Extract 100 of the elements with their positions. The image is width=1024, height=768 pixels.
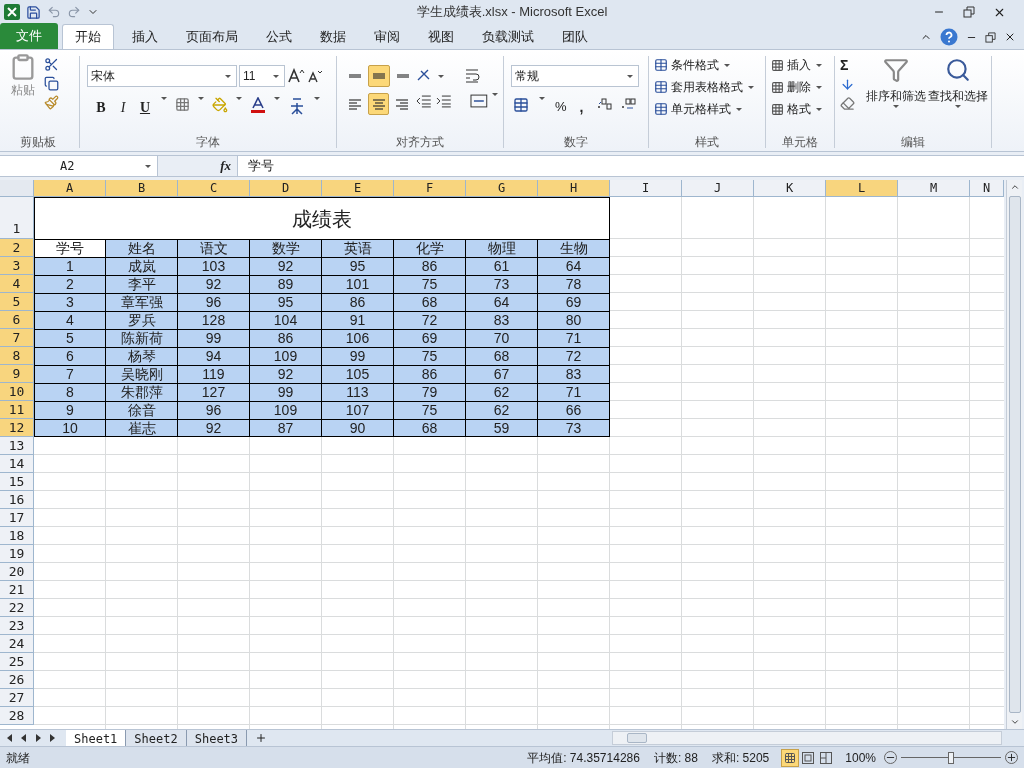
font-size-field[interactable]: 11	[239, 65, 285, 87]
row-header[interactable]: 9	[0, 365, 34, 383]
merge-cells-icon[interactable]	[470, 93, 489, 109]
cells-menu-button[interactable]: 插入	[771, 55, 831, 75]
ribbon-tab[interactable]: 开始	[62, 24, 114, 49]
style-menu-button[interactable]: 单元格样式	[654, 99, 762, 119]
ribbon-tab[interactable]: 负载测试	[470, 24, 546, 49]
fill-icon[interactable]	[840, 77, 855, 92]
row-header[interactable]: 8	[0, 347, 34, 365]
insert-function-button[interactable]: fx	[220, 156, 231, 176]
ribbon-tab[interactable]: 视图	[416, 24, 466, 49]
ribbon-tab[interactable]: 审阅	[362, 24, 412, 49]
cut-icon[interactable]	[44, 57, 59, 72]
column-header[interactable]: E	[322, 180, 394, 197]
ribbon-tab[interactable]: 数据	[308, 24, 358, 49]
grow-font-icon[interactable]	[287, 68, 305, 84]
italic-button[interactable]: I	[115, 97, 131, 118]
autosum-button[interactable]: Σ	[840, 55, 864, 73]
copy-icon[interactable]	[44, 76, 59, 91]
file-tab[interactable]: 文件	[0, 23, 58, 49]
vertical-scrollbar[interactable]	[1006, 180, 1022, 729]
number-format-field[interactable]: 常规	[511, 65, 639, 87]
column-header[interactable]: M	[898, 180, 970, 197]
scroll-down-icon[interactable]	[1009, 717, 1020, 727]
scroll-thumb[interactable]	[1008, 196, 1021, 713]
row-header[interactable]: 13	[0, 437, 34, 455]
row-header[interactable]: 2	[0, 239, 34, 257]
sheet-tab[interactable]: Sheet1	[66, 730, 127, 746]
row-header[interactable]: 21	[0, 581, 34, 599]
cells-menu-button[interactable]: 格式	[771, 99, 831, 119]
zoom-level[interactable]: 100%	[845, 748, 876, 767]
column-header[interactable]: A	[34, 180, 106, 197]
column-header[interactable]: N	[970, 180, 1004, 197]
comma-button[interactable]: ,	[574, 97, 589, 118]
wrap-text-icon[interactable]	[464, 68, 482, 84]
column-header[interactable]: G	[466, 180, 538, 197]
font-name-field[interactable]: 宋体	[87, 65, 237, 87]
row-header[interactable]: 27	[0, 689, 34, 707]
ribbon-tab[interactable]: 公式	[254, 24, 304, 49]
increase-indent-icon[interactable]	[434, 93, 453, 109]
new-sheet-icon[interactable]	[255, 732, 268, 744]
row-header[interactable]: 18	[0, 527, 34, 545]
row-header[interactable]: 19	[0, 545, 34, 563]
column-header[interactable]: L	[826, 180, 898, 197]
row-header[interactable]: 20	[0, 563, 34, 581]
row-header[interactable]: 7	[0, 329, 34, 347]
column-header[interactable]: F	[394, 180, 466, 197]
zoom-slider[interactable]	[901, 751, 1001, 764]
column-header[interactable]: H	[538, 180, 610, 197]
column-header[interactable]: K	[754, 180, 826, 197]
phonetic-icon[interactable]	[288, 97, 306, 115]
eraser-icon[interactable]	[840, 96, 855, 111]
row-header[interactable]: 3	[0, 257, 34, 275]
percent-button[interactable]: %	[555, 97, 567, 117]
row-header[interactable]: 5	[0, 293, 34, 311]
row-header[interactable]: 28	[0, 707, 34, 725]
close-icon[interactable]	[1004, 31, 1016, 43]
column-header[interactable]: J	[682, 180, 754, 197]
zoom-in-icon[interactable]	[1005, 751, 1018, 764]
app-logo-icon[interactable]	[4, 4, 20, 20]
restore-icon[interactable]	[963, 6, 975, 18]
row-header[interactable]: 26	[0, 671, 34, 689]
column-header[interactable]: C	[178, 180, 250, 197]
decrease-decimal-icon[interactable]	[620, 97, 637, 111]
horizontal-scrollbar[interactable]	[612, 731, 1002, 745]
align-button[interactable]	[368, 65, 390, 87]
cells-menu-button[interactable]: 删除	[771, 77, 831, 97]
row-header[interactable]: 16	[0, 491, 34, 509]
row-header[interactable]: 24	[0, 635, 34, 653]
row-header[interactable]: 17	[0, 509, 34, 527]
restore-icon[interactable]	[985, 31, 996, 43]
save-icon[interactable]	[26, 4, 41, 20]
normal-view-button[interactable]	[781, 748, 800, 767]
row-header[interactable]: 1	[0, 197, 34, 239]
ribbon-tab[interactable]: 页面布局	[174, 24, 250, 49]
increase-decimal-icon[interactable]	[596, 97, 613, 111]
row-header[interactable]: 11	[0, 401, 34, 419]
paste-button[interactable]: 粘贴	[6, 53, 40, 133]
borders-icon[interactable]	[175, 97, 190, 112]
shrink-font-icon[interactable]	[307, 68, 323, 84]
column-header[interactable]: B	[106, 180, 178, 197]
ribbon-tab[interactable]: 团队	[550, 24, 600, 49]
fill-color-icon[interactable]	[212, 97, 228, 113]
ribbon-tab[interactable]: 插入	[120, 24, 170, 49]
font-color-icon[interactable]	[250, 97, 266, 113]
column-header[interactable]: D	[250, 180, 322, 197]
row-header[interactable]: 6	[0, 311, 34, 329]
scroll-up-icon[interactable]	[1009, 182, 1020, 192]
row-header[interactable]: 12	[0, 419, 34, 437]
formula-input[interactable]: 学号	[238, 156, 1024, 176]
row-header[interactable]: 15	[0, 473, 34, 491]
scroll-thumb[interactable]	[627, 733, 647, 743]
row-header[interactable]: 10	[0, 383, 34, 401]
row-header[interactable]: 25	[0, 653, 34, 671]
row-header[interactable]: 14	[0, 455, 34, 473]
decrease-indent-icon[interactable]	[415, 93, 433, 109]
underline-button[interactable]: U	[137, 97, 153, 118]
style-menu-button[interactable]: 条件格式	[654, 55, 762, 75]
zoom-thumb[interactable]	[948, 751, 954, 764]
align-button[interactable]	[367, 93, 390, 115]
